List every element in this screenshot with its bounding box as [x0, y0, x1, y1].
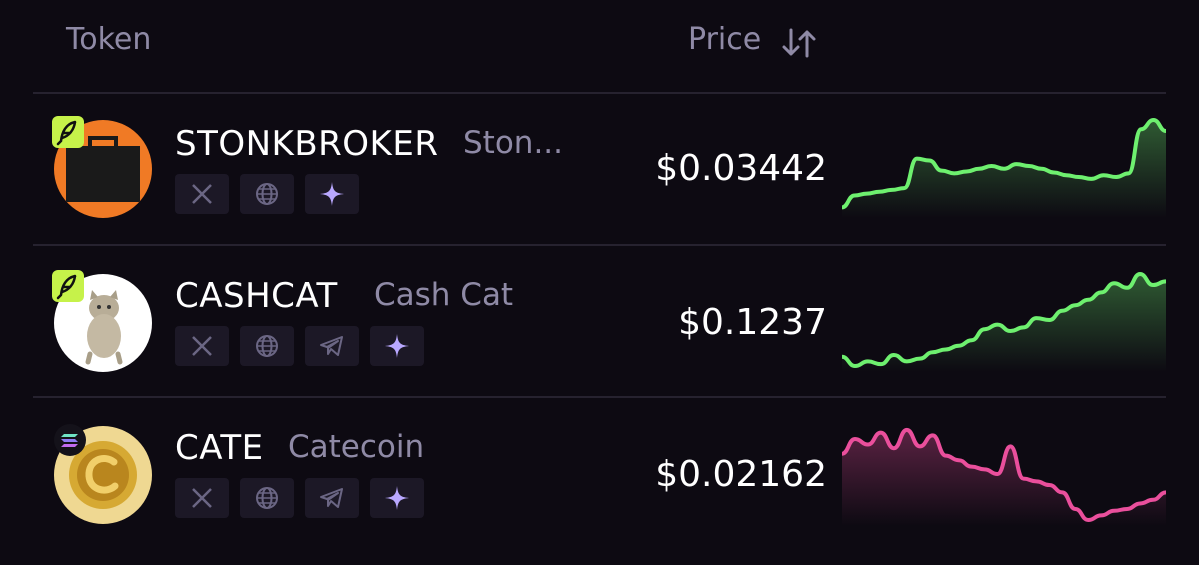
ai-sparkle-button[interactable] [370, 326, 424, 366]
price-sparkline [842, 272, 1166, 372]
token-price: $0.03442 [655, 148, 827, 189]
sparkle-icon [385, 334, 409, 358]
token-price: $0.1237 [678, 302, 827, 343]
x-link-button[interactable] [175, 326, 229, 366]
sparkle-icon [385, 486, 409, 510]
token-price: $0.02162 [655, 454, 827, 495]
token-row[interactable]: CATE Catecoin $0.02162 [0, 398, 1199, 548]
price-sparkline [842, 118, 1166, 218]
website-link-button[interactable] [240, 478, 294, 518]
solana-icon [54, 424, 86, 456]
x-icon [192, 184, 212, 204]
token-row[interactable]: STONKBROKER Ston... $0.03442 [0, 94, 1199, 244]
ai-sparkle-button[interactable] [305, 174, 359, 214]
token-row[interactable]: CASHCAT Cash Cat $0.1237 [0, 246, 1199, 396]
sparkle-icon [320, 182, 344, 206]
token-column-header: Token [66, 22, 152, 57]
x-link-button[interactable] [175, 478, 229, 518]
telegram-link-button[interactable] [305, 478, 359, 518]
ai-sparkle-button[interactable] [370, 478, 424, 518]
website-link-button[interactable] [240, 174, 294, 214]
token-symbol: STONKBROKER [175, 124, 439, 164]
feather-icon [52, 116, 84, 148]
token-name: Catecoin [288, 429, 425, 465]
price-column-header[interactable]: Price [688, 22, 761, 57]
x-icon [192, 488, 212, 508]
website-link-button[interactable] [240, 326, 294, 366]
telegram-icon [320, 336, 343, 356]
telegram-link-button[interactable] [305, 326, 359, 366]
token-symbol: CASHCAT [175, 276, 338, 316]
x-icon [192, 336, 212, 356]
feather-icon [52, 270, 84, 302]
table-header: Token Price [0, 0, 1199, 92]
globe-icon [256, 183, 278, 205]
token-name: Cash Cat [374, 277, 514, 313]
token-symbol: CATE [175, 428, 264, 468]
price-sparkline [842, 427, 1166, 526]
globe-icon [256, 335, 278, 357]
x-link-button[interactable] [175, 174, 229, 214]
globe-icon [256, 487, 278, 509]
telegram-icon [320, 488, 343, 508]
sort-arrows-icon[interactable] [781, 26, 817, 60]
